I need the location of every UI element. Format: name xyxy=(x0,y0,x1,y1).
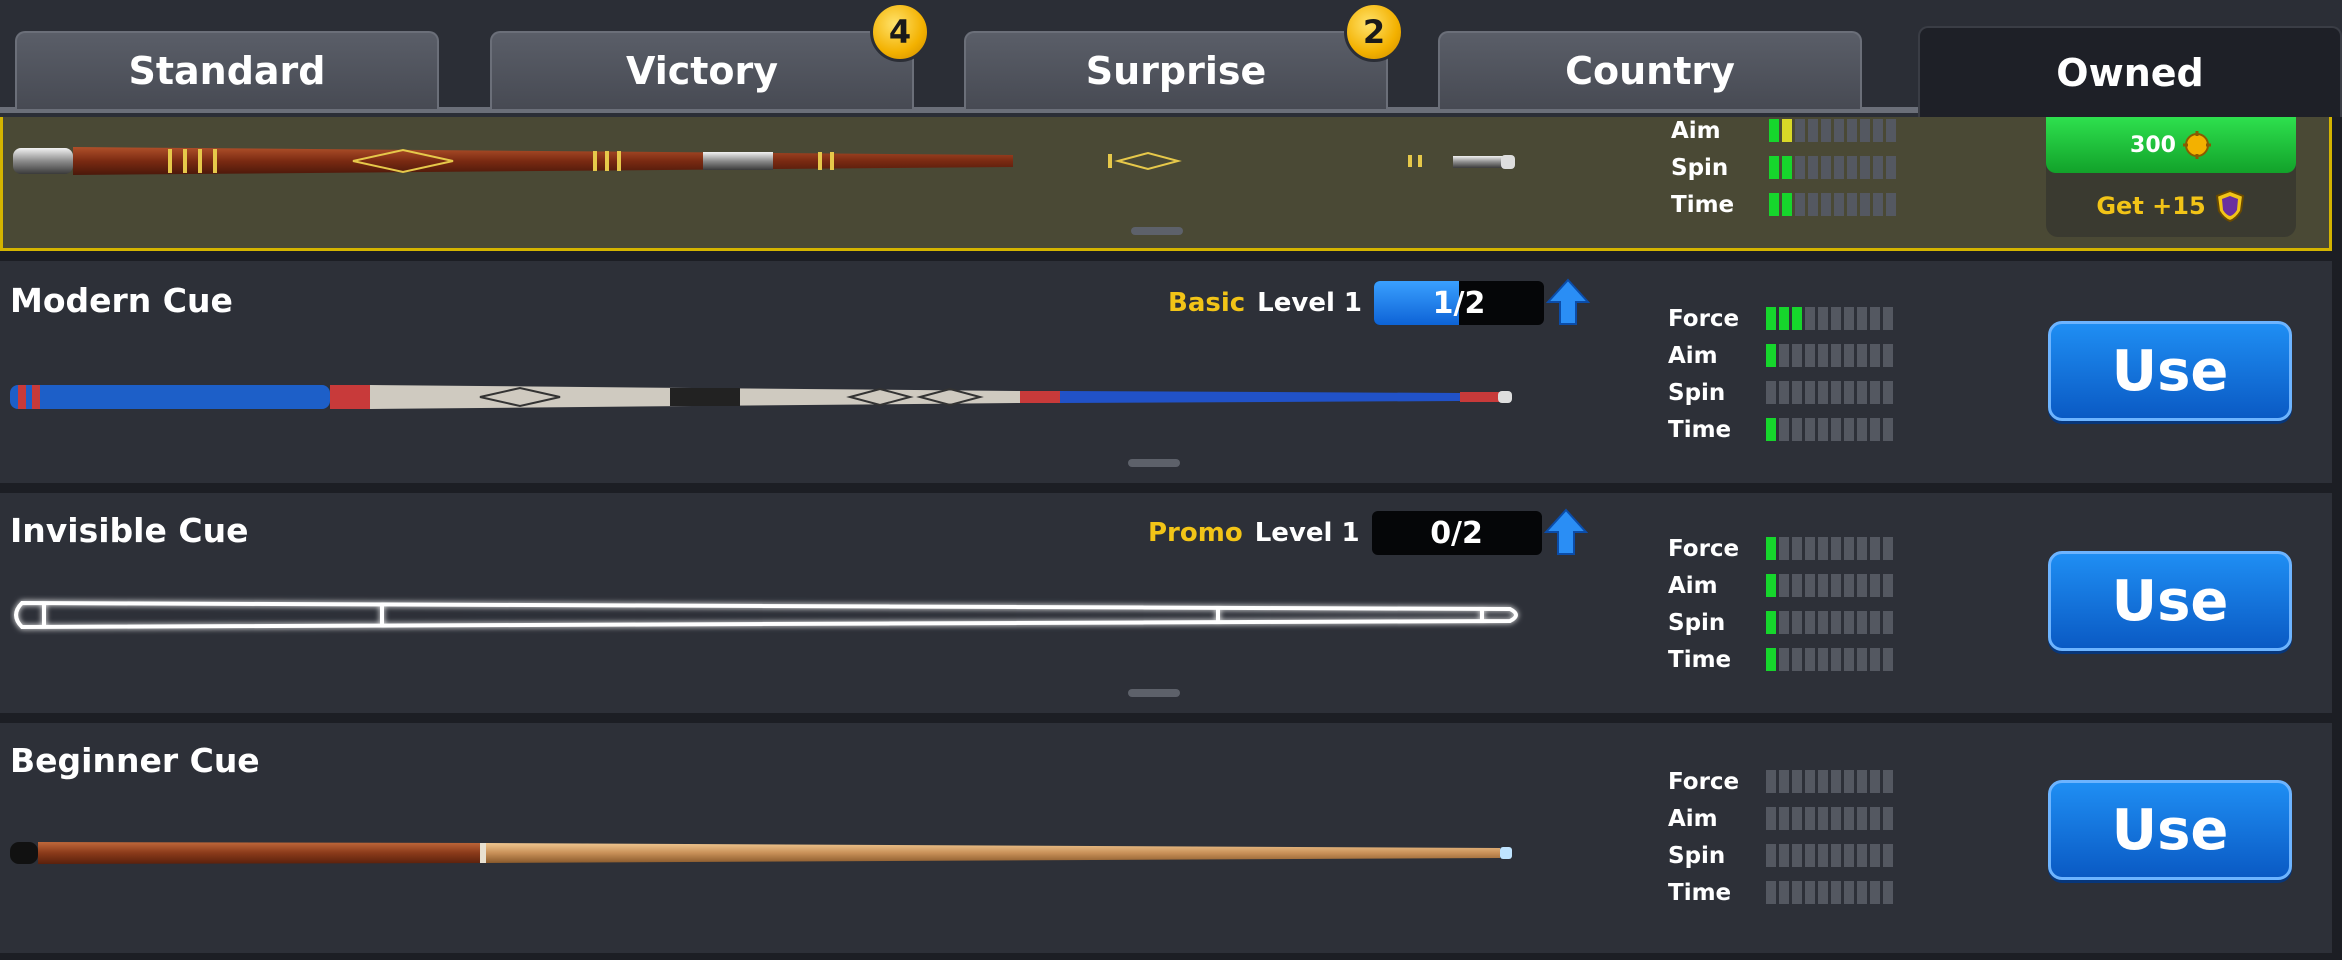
stat-label: Spin xyxy=(1671,155,1729,181)
drag-handle[interactable] xyxy=(1128,459,1180,467)
stat-bar xyxy=(1766,844,1896,867)
stat-bar xyxy=(1766,418,1896,441)
cue-name: Beginner Cue xyxy=(10,741,260,780)
drag-handle[interactable] xyxy=(1128,689,1180,697)
row-divider xyxy=(0,713,2342,723)
cue-name: Invisible Cue xyxy=(10,511,249,550)
cue-row[interactable]: Invisible Cue Promo Level 1 0/2 Force Ai… xyxy=(0,493,2332,713)
stat-bar xyxy=(1766,381,1896,404)
level-progress-bar: 0/2 xyxy=(1371,511,1542,555)
cue-level: Promo Level 1 0/2 xyxy=(1148,508,1588,558)
get-bonus-label: Get +15 xyxy=(2096,192,2206,220)
stat-label: Time xyxy=(1668,647,1732,673)
upgrade-arrow-icon[interactable] xyxy=(1543,508,1588,558)
row-divider xyxy=(0,251,2342,261)
stat-label: Force xyxy=(1668,769,1740,795)
stat-label: Time xyxy=(1671,192,1735,218)
stat-label: Aim xyxy=(1668,343,1718,369)
stat-label: Time xyxy=(1668,880,1732,906)
tab-label: Standard xyxy=(128,49,326,93)
stat-bar xyxy=(1766,611,1896,634)
level-type: Basic xyxy=(1168,288,1246,318)
stat-label: Spin xyxy=(1668,380,1726,406)
tab-label: Surprise xyxy=(1085,49,1267,93)
cue-name: Modern Cue xyxy=(10,281,233,320)
use-button[interactable]: Use xyxy=(2048,321,2292,421)
cue-level: Basic Level 1 1/2 xyxy=(1168,278,1591,328)
buy-panel: 300 Get +15 xyxy=(2046,117,2296,237)
stat-bar xyxy=(1769,193,1899,216)
tab-label: Victory xyxy=(625,49,779,93)
cue-row-selected[interactable]: Aim Spin Time xyxy=(0,117,2332,251)
stat-bar xyxy=(1766,648,1896,671)
cue-row[interactable]: Modern Cue Basic Level 1 1/2 Force Aim S… xyxy=(0,261,2332,483)
stat-label: Force xyxy=(1668,536,1740,562)
stat-label: Aim xyxy=(1671,118,1721,144)
stat-label: Force xyxy=(1668,306,1740,332)
stat-label: Spin xyxy=(1668,843,1726,869)
tab-label: Owned xyxy=(2056,50,2204,95)
tab-standard[interactable]: Standard xyxy=(15,31,439,109)
stat-bar xyxy=(1766,307,1896,330)
cue-image xyxy=(10,842,1512,864)
cash-icon xyxy=(2182,131,2211,159)
shield-icon xyxy=(2215,189,2244,223)
progress-label: 0/2 xyxy=(1430,515,1483,551)
use-button[interactable]: Use xyxy=(2048,780,2292,880)
stat-label: Time xyxy=(1668,417,1732,443)
level-type: Promo xyxy=(1148,518,1243,548)
stat-bar xyxy=(1766,807,1896,830)
tab-victory[interactable]: Victory 4 xyxy=(490,2,930,109)
price-value: 300 xyxy=(2130,132,2176,158)
level-text: Level 1 xyxy=(1257,288,1363,318)
drag-handle[interactable] xyxy=(1131,227,1183,235)
notification-badge: 2 xyxy=(1344,2,1404,62)
stat-label: Aim xyxy=(1668,573,1718,599)
buy-price-button[interactable]: 300 xyxy=(2046,117,2296,173)
level-text: Level 1 xyxy=(1254,518,1360,548)
cue-image xyxy=(10,385,1512,409)
progress-label: 1/2 xyxy=(1432,285,1486,321)
use-button[interactable]: Use xyxy=(2048,551,2292,651)
notification-badge: 4 xyxy=(870,2,930,62)
stat-bar xyxy=(1766,574,1896,597)
cue-image xyxy=(14,600,1518,630)
get-bonus-button[interactable]: Get +15 xyxy=(2046,181,2296,231)
stat-bar xyxy=(1766,881,1896,904)
stat-bar xyxy=(1769,119,1899,142)
tab-label: Country xyxy=(1565,49,1735,93)
cue-image xyxy=(13,147,1515,175)
tab-country[interactable]: Country xyxy=(1438,31,1862,109)
stat-bar xyxy=(1769,156,1899,179)
upgrade-arrow-icon[interactable] xyxy=(1546,278,1591,328)
stat-bar xyxy=(1766,770,1896,793)
level-progress-bar: 1/2 xyxy=(1374,281,1545,325)
tab-surprise[interactable]: Surprise 2 xyxy=(964,2,1404,109)
row-divider xyxy=(0,483,2342,493)
stat-bar xyxy=(1766,537,1896,560)
cue-row[interactable]: Beginner Cue Force Aim Spin Time Use xyxy=(0,723,2332,953)
tab-bar: Standard Victory 4 Surprise 2 Country Ow… xyxy=(0,0,2342,117)
stat-label: Aim xyxy=(1668,806,1718,832)
tab-owned[interactable]: Owned xyxy=(1918,26,2342,117)
stat-label: Spin xyxy=(1668,610,1726,636)
stat-bar xyxy=(1766,344,1896,367)
